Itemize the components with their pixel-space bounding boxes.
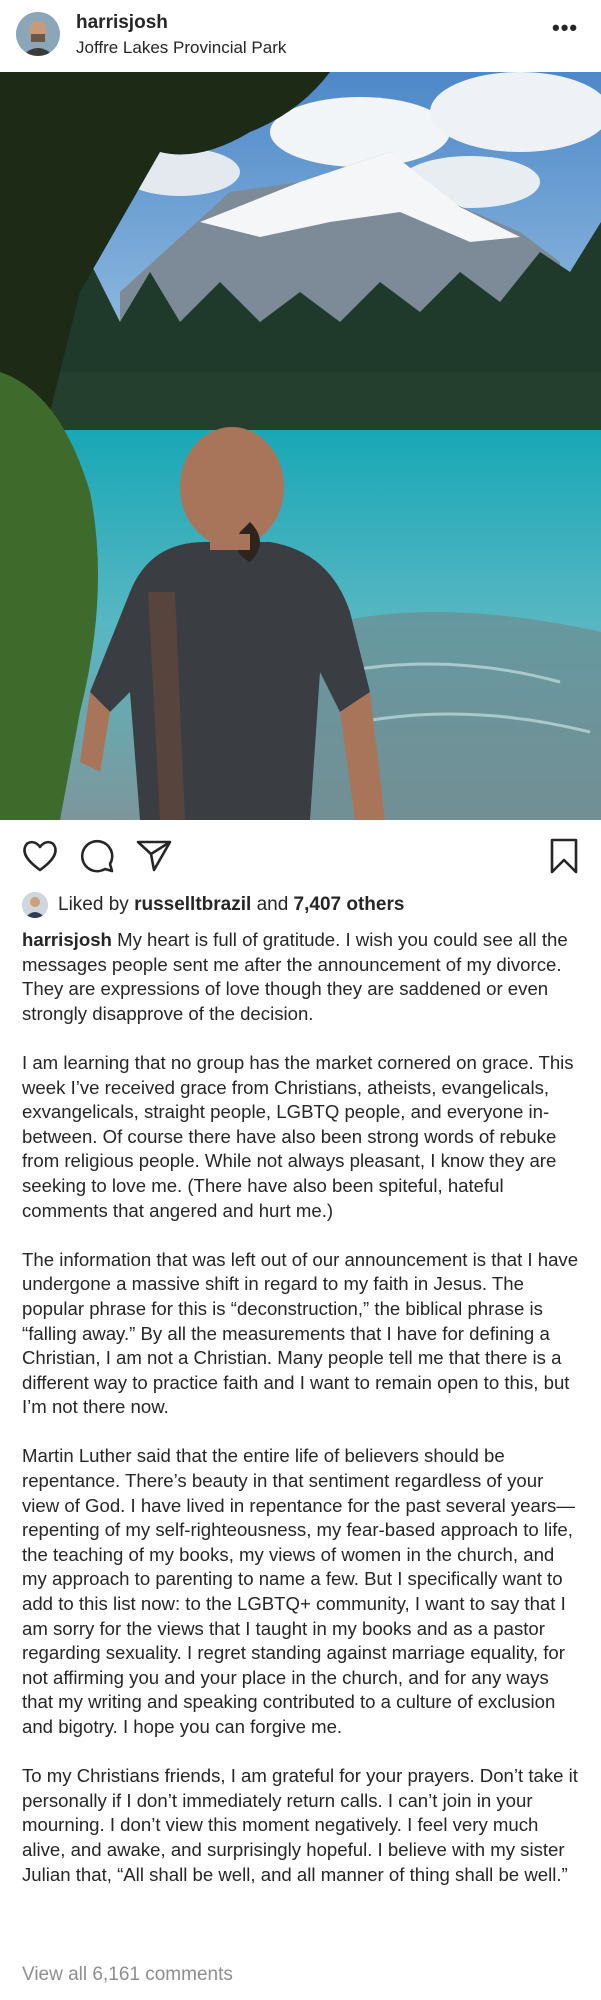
post-location[interactable]: Joffre Lakes Provincial Park — [76, 38, 286, 58]
liked-by-user[interactable]: russelltbrazil — [134, 894, 251, 915]
post-header: harrisjosh Joffre Lakes Provincial Park … — [0, 0, 601, 72]
post-caption: harrisjosh My heart is full of gratitude… — [22, 928, 584, 1887]
post-image[interactable] — [0, 72, 601, 820]
avatar[interactable] — [16, 12, 60, 56]
caption-paragraph: Martin Luther said that the entire life … — [22, 1445, 575, 1737]
liker-avatar[interactable] — [22, 892, 48, 918]
liked-by-others[interactable]: 7,407 others — [294, 894, 405, 915]
caption-paragraph: harrisjosh My heart is full of gratitude… — [22, 928, 584, 1026]
post-username[interactable]: harrisjosh — [76, 12, 168, 34]
liked-by-text: Liked by russelltbrazil and 7,407 others — [58, 894, 404, 916]
more-options-icon[interactable]: ••• — [552, 17, 578, 39]
caption-paragraph: I am learning that no group has the mark… — [22, 1051, 574, 1221]
liked-by-prefix: Liked by — [58, 894, 129, 915]
action-bar — [0, 820, 601, 890]
bookmark-icon[interactable] — [544, 836, 584, 876]
heart-icon[interactable] — [20, 836, 60, 876]
caption-username[interactable]: harrisjosh — [22, 929, 112, 950]
paper-plane-icon[interactable] — [134, 836, 174, 876]
caption-paragraph: The information that was left out of our… — [22, 1248, 579, 1418]
caption-paragraph: To my Christians friends, I am grateful … — [22, 1765, 578, 1885]
comment-icon[interactable] — [77, 836, 117, 876]
view-all-comments-link[interactable]: View all 6,161 comments — [22, 1964, 233, 1986]
likes-row: Liked by russelltbrazil and 7,407 others — [0, 888, 601, 922]
liked-by-connector: and — [256, 894, 289, 915]
